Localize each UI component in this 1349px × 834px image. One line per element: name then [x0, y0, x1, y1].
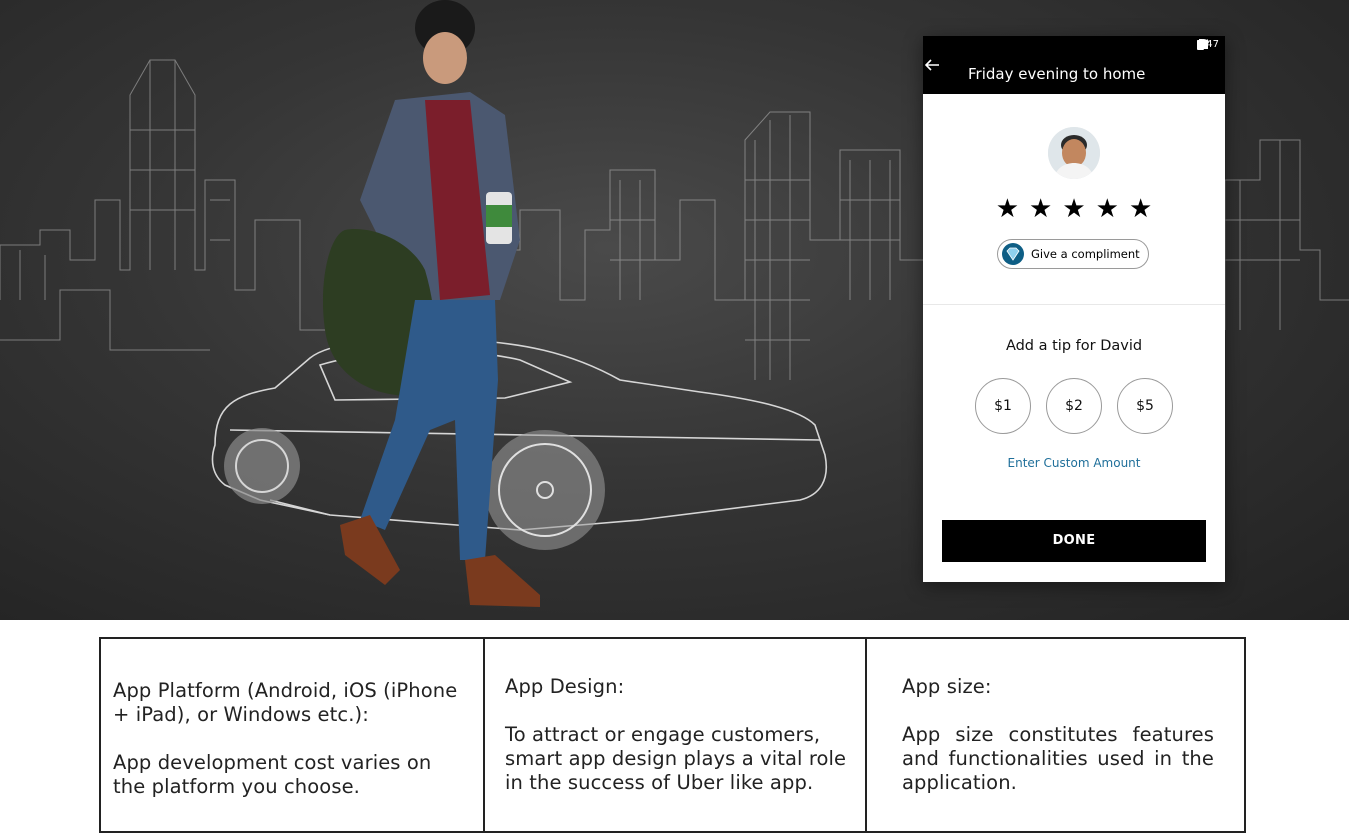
- enter-custom-amount-link[interactable]: Enter Custom Amount: [923, 456, 1225, 470]
- star-5-icon[interactable]: ★: [1129, 194, 1152, 224]
- tip-option-2-button[interactable]: $2: [1046, 378, 1102, 434]
- trip-title: Friday evening to home: [968, 65, 1146, 83]
- star-2-icon[interactable]: ★: [1029, 194, 1052, 224]
- info-table: App Platform (Android, iOS (iPhone + iPa…: [99, 637, 1246, 833]
- section-divider: [923, 304, 1225, 305]
- star-1-icon[interactable]: ★: [996, 194, 1019, 224]
- info-body: App size constitutes features and functi…: [902, 723, 1214, 794]
- hero-banner: 7:47 Friday evening to home ★★★★★ Gi: [0, 0, 1349, 620]
- done-button[interactable]: DONE: [942, 520, 1206, 562]
- compliment-label: Give a compliment: [1031, 247, 1140, 261]
- star-3-icon[interactable]: ★: [1062, 194, 1085, 224]
- tip-heading: Add a tip for David: [1005, 338, 1143, 354]
- driver-avatar: [1048, 127, 1100, 179]
- phone-mockup: 7:47 Friday evening to home ★★★★★ Gi: [923, 36, 1225, 582]
- info-heading: App size:: [902, 675, 992, 698]
- diamond-icon: [1002, 243, 1024, 265]
- info-heading: App Design:: [505, 675, 625, 698]
- give-compliment-button[interactable]: Give a compliment: [997, 239, 1149, 269]
- battery-icon: [1196, 39, 1204, 50]
- app-bar: Friday evening to home: [923, 56, 1225, 94]
- rating-stars[interactable]: ★ ★ ★ ★ ★: [923, 194, 1225, 224]
- info-column-design: App Design: To attract or engage custome…: [483, 639, 865, 831]
- info-column-size: App size: App size constitutes features …: [865, 639, 1244, 831]
- info-heading: App Platform (Android, iOS (iPhone + iPa…: [113, 679, 458, 726]
- info-column-platform: App Platform (Android, iOS (iPhone + iPa…: [101, 639, 483, 831]
- info-body: App development cost varies on the platf…: [113, 751, 432, 798]
- tip-option-1-button[interactable]: $1: [975, 378, 1031, 434]
- tip-option-5-button[interactable]: $5: [1117, 378, 1173, 434]
- back-arrow-icon[interactable]: [923, 56, 941, 74]
- status-bar: 7:47: [923, 36, 1225, 56]
- info-body: To attract or engage customers, smart ap…: [505, 723, 847, 794]
- star-4-icon[interactable]: ★: [1096, 194, 1119, 224]
